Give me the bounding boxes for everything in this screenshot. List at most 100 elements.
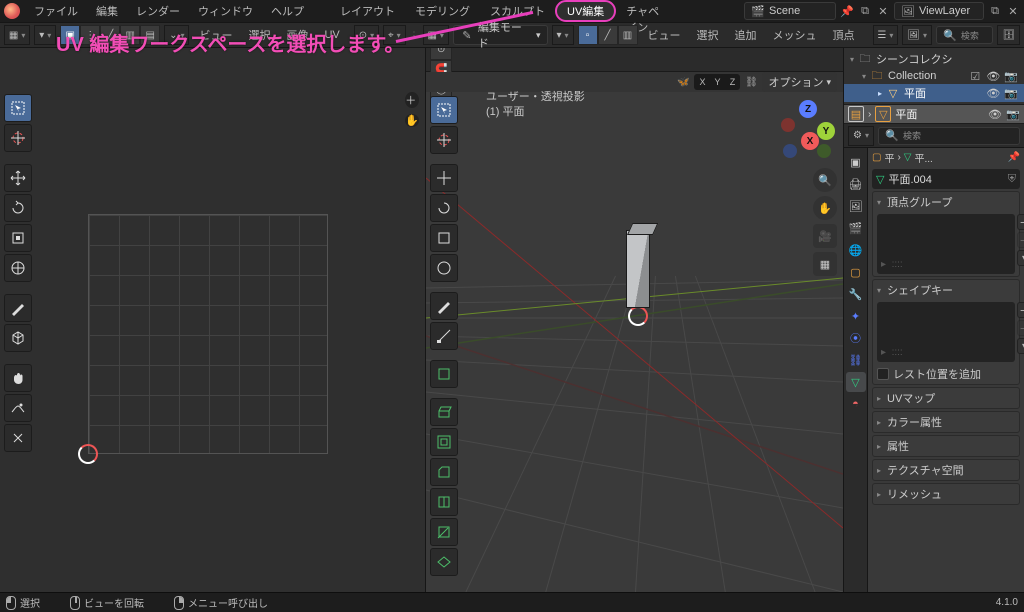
tool-loopcut-icon[interactable] [430,488,458,516]
tool-bevel-icon[interactable] [430,458,458,486]
menu-window[interactable]: ウィンドウ [190,0,261,22]
vp-menu-mesh[interactable]: メッシュ [767,24,823,46]
chevron-down-icon[interactable]: ▾ [1017,250,1024,266]
tool-relax-icon[interactable] [4,394,32,422]
outliner-search[interactable]: 🔍 検索 [936,26,994,44]
vp-menu-view[interactable]: ビュー [642,24,687,46]
add-icon[interactable]: ＋ [1017,214,1024,230]
vgroups-list[interactable]: ▸ :::: ＋ － ▾ [877,214,1015,274]
camera-icon[interactable]: 📷 [1004,70,1018,83]
menu-file[interactable]: ファイル [26,0,86,22]
uv-menu-view[interactable]: ビュー [193,24,238,46]
shapekeys-list[interactable]: ▸ :::: ＋ － ▾ [877,302,1015,362]
tool-inset-icon[interactable] [430,428,458,456]
automerge-icon[interactable]: ⛓ [744,75,758,89]
shield-icon[interactable]: ⛨ [1008,173,1016,186]
tab-constraint-icon[interactable]: ⛓ [846,350,866,370]
mesh-data-icon[interactable]: ▽ [875,106,891,122]
tool-knife-icon[interactable] [430,518,458,546]
tool-polybuild-icon[interactable] [430,548,458,576]
vp-mode-dropdown[interactable]: ✎ 編集モード ▾ [453,25,548,45]
vp-edgesel-icon[interactable]: ╱ [598,25,618,45]
tool-move-icon[interactable] [430,164,458,192]
butterfly-icon[interactable]: 🦋 [676,75,690,89]
tab-data-icon[interactable]: ▽ [846,372,866,392]
tab-material-icon[interactable]: ◓ [846,394,866,414]
uv-edge-icon[interactable]: ╱ [100,25,120,45]
crumb-obj[interactable]: 平 [884,150,894,165]
chevron-down-icon[interactable]: ▾ [1017,338,1024,354]
uv-add-icon[interactable]: ＋ [405,92,419,108]
tool-scale-icon[interactable] [430,224,458,252]
uv-falloff-icon[interactable]: ⌄ [164,25,189,45]
eye-icon[interactable]: 👁 [986,87,1000,100]
add-rest-position[interactable]: レスト位置を追加 [873,364,1019,384]
axis-y[interactable]: Y [710,75,724,89]
texspace-header[interactable]: テクスチャ空間 [873,460,1019,480]
tool-transform-icon[interactable] [4,254,32,282]
ws-modeling[interactable]: モデリング [405,0,480,22]
colorattr-header[interactable]: カラー属性 [873,412,1019,432]
menu-help[interactable]: ヘルプ [263,0,312,22]
uv-mode-icon[interactable]: ▾ [34,25,56,45]
uv-snap-icon[interactable]: ⌖ [383,25,406,45]
outliner-mode-icon[interactable]: 🖼 [902,25,932,45]
tab-physics-icon[interactable]: ⦿ [846,328,866,348]
pan-icon[interactable]: ✋ [813,196,837,220]
zoom-icon[interactable]: 🔍 [813,168,837,192]
uv-hand-icon[interactable]: ✋ [405,114,419,127]
camera-icon[interactable]: 📷 [1006,107,1020,121]
checkbox-icon[interactable] [877,368,889,380]
outliner[interactable]: ▾ 🗀 シーンコレクシ ▾ 🗀 Collection ☑ 👁 📷 ▸ ▽ 平面 … [844,48,1024,104]
vp-vertsel-icon[interactable]: ▫ [578,25,598,45]
uv-face-icon[interactable]: ▥ [120,25,140,45]
tool-select-box-icon[interactable] [4,94,32,122]
props-type-icon[interactable]: ⚙ [848,126,874,146]
uv-editor[interactable]: ＋ ✋ [0,48,426,592]
remove-icon[interactable]: － [1017,320,1024,336]
tab-scene-icon[interactable]: 🎬 [846,218,866,238]
attrs-header[interactable]: 属性 [873,436,1019,456]
panel-shapekeys-header[interactable]: シェイプキー [873,280,1019,300]
tool-rotate-icon[interactable] [430,194,458,222]
tool-rotate-icon[interactable] [4,194,32,222]
filter-icon[interactable]: 🗄 [997,25,1020,45]
axis-neg-y-icon[interactable] [817,144,831,158]
tab-modifier-icon[interactable]: 🔧 [846,284,866,304]
remove-icon[interactable]: － [1017,232,1024,248]
disclosure-icon[interactable]: ▾ [862,72,866,81]
vp-facesel-icon[interactable]: ▥ [618,25,638,45]
tool-uv-cube-icon[interactable] [4,324,32,352]
tool-extrude-icon[interactable] [430,398,458,426]
remesh-header[interactable]: リメッシュ [873,484,1019,504]
tool-move-icon[interactable] [4,164,32,192]
camera-view-icon[interactable]: 🎥 [813,224,837,248]
viewlayer-selector[interactable]: 🖼 ViewLayer [894,2,984,20]
menu-edit[interactable]: 編集 [88,0,126,22]
mesh-object[interactable] [626,230,650,308]
mesh-name-field[interactable]: ▽ 平面.004 ⛨ [872,169,1020,189]
outliner-scene-collection[interactable]: ▾ 🗀 シーンコレクシ [844,50,1024,68]
uv-sync-icon[interactable]: ▣ [60,25,80,45]
tab-world-icon[interactable]: 🌐 [846,240,866,260]
close-icon[interactable]: ✕ [876,4,890,18]
vp-menu-add[interactable]: 追加 [729,24,763,46]
uv-vert-icon[interactable]: ⋮ [80,25,100,45]
uv-island-icon[interactable]: ▤ [140,25,160,45]
tab-output-icon[interactable]: 🖨 [846,174,866,194]
axis-neg-z-icon[interactable] [783,144,797,158]
uv-menu-image[interactable]: 画像 [280,24,314,46]
outliner-collection[interactable]: ▾ 🗀 Collection ☑ 👁 📷 [844,68,1024,84]
tool-cursor-icon[interactable] [430,126,458,154]
disclosure-icon[interactable]: ▾ [850,55,854,64]
pin-icon[interactable]: 📌 [1008,152,1020,163]
tool-transform-icon[interactable] [430,254,458,282]
outliner-type-icon[interactable]: ☰ [873,25,899,45]
uvmaps-header[interactable]: UVマップ [873,388,1019,408]
outliner-object[interactable]: ▸ ▽ 平面 👁 📷 [844,84,1024,102]
tool-annotate-icon[interactable] [430,292,458,320]
vp-menu-vertex[interactable]: 頂点 [827,24,861,46]
tab-viewlayer-icon[interactable]: 🖼 [846,196,866,216]
tool-pinch-icon[interactable] [4,424,32,452]
nav-gizmo[interactable]: Z Y X [779,100,835,156]
